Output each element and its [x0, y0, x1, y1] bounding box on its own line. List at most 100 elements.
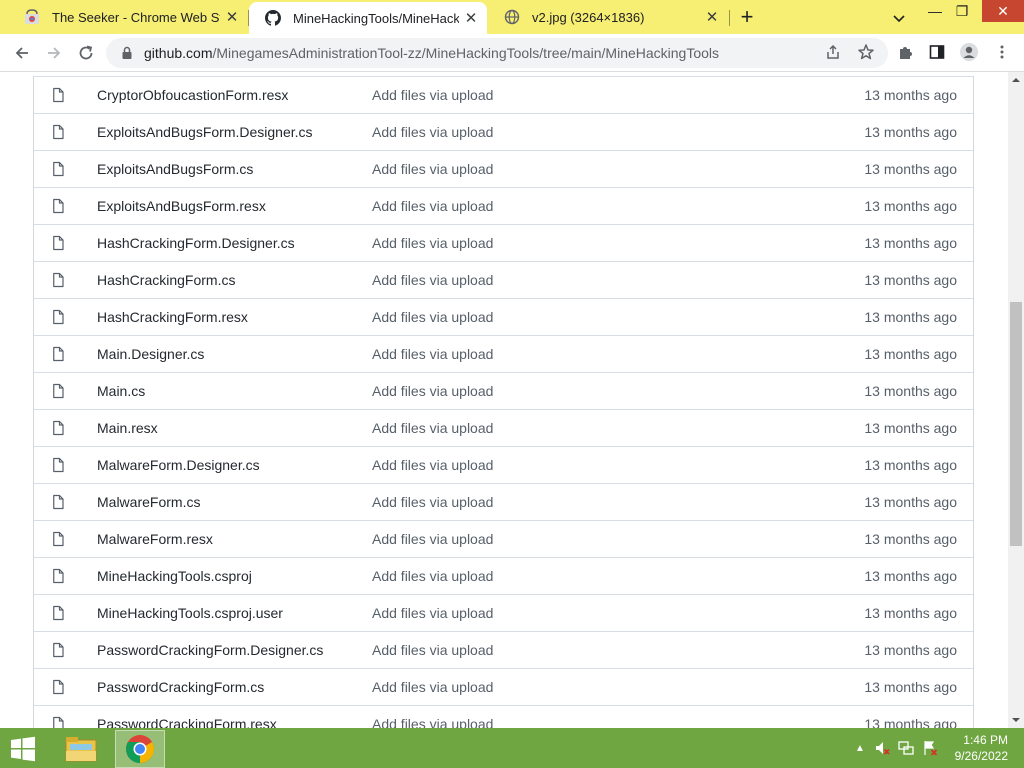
back-arrow-icon	[15, 47, 28, 59]
tab-minehackingtools[interactable]: MineHackingTools/MineHacking ✕	[249, 2, 487, 34]
commit-message-link[interactable]: Add files via upload	[372, 679, 853, 695]
commit-message-link[interactable]: Add files via upload	[372, 346, 853, 362]
scrollbar-thumb[interactable]	[1010, 302, 1022, 546]
url-host: github.com	[144, 45, 213, 61]
action-center-flag-icon[interactable]	[922, 740, 938, 756]
file-name-link[interactable]: Main.Designer.cs	[97, 346, 372, 362]
file-row[interactable]: Main.Designer.cs Add files via upload 13 m…	[34, 335, 973, 372]
tab-chrome-web-store[interactable]: The Seeker - Chrome Web Store ✕	[8, 3, 248, 31]
file-name-link[interactable]: Main.cs	[97, 383, 372, 399]
commit-message-link[interactable]: Add files via upload	[372, 87, 853, 103]
close-tab-icon[interactable]: ✕	[704, 9, 720, 26]
reload-button[interactable]	[74, 41, 98, 65]
file-row[interactable]: Main.resx Add files via upload 13 months a…	[34, 409, 973, 446]
share-icon[interactable]	[822, 41, 844, 63]
file-row[interactable]: HashCrackingForm.Designer.cs Add files vi…	[34, 224, 973, 261]
file-name-link[interactable]: HashCrackingForm.cs	[97, 272, 372, 288]
file-name-link[interactable]: MalwareForm.Designer.cs	[97, 457, 372, 473]
file-row[interactable]: Main.cs Add files via upload 13 months ago	[34, 372, 973, 409]
commit-message-link[interactable]: Add files via upload	[372, 642, 853, 658]
file-row[interactable]: ExploitsAndBugsForm.resx Add files via up…	[34, 187, 973, 224]
address-bar[interactable]: github.com/MinegamesAdministrationTool-z…	[106, 38, 888, 68]
file-row[interactable]: MineHackingTools.csproj.user Add files vi…	[34, 594, 973, 631]
scroll-up-arrow-icon[interactable]	[1008, 72, 1024, 88]
close-tab-icon[interactable]: ✕	[463, 10, 479, 27]
close-window-button[interactable]: ✕	[982, 0, 1024, 22]
file-name-link[interactable]: HashCrackingForm.resx	[97, 309, 372, 325]
commit-message-link[interactable]: Add files via upload	[372, 161, 853, 177]
clock-time: 1:46 PM	[963, 733, 1008, 747]
file-row[interactable]: PasswordCrackingForm.Designer.cs Add file…	[34, 631, 973, 668]
commit-age: 13 months ago	[864, 605, 957, 621]
file-icon	[50, 161, 66, 177]
commit-message-link[interactable]: Add files via upload	[372, 272, 853, 288]
commit-message-link[interactable]: Add files via upload	[372, 309, 853, 325]
file-icon	[50, 531, 66, 547]
file-name-link[interactable]: PasswordCrackingForm.Designer.cs	[97, 642, 372, 658]
taskbar-chrome[interactable]	[115, 730, 165, 768]
file-icon	[50, 679, 66, 695]
page-viewport: CryptorObfoucastionForm.resx Add files vi…	[0, 72, 1008, 728]
file-row[interactable]: MineHackingTools.csproj Add files via upl…	[34, 557, 973, 594]
file-list: CryptorObfoucastionForm.resx Add files vi…	[33, 76, 974, 728]
file-row[interactable]: HashCrackingForm.resx Add files via uploa…	[34, 298, 973, 335]
commit-message-link[interactable]: Add files via upload	[372, 420, 853, 436]
file-row[interactable]: MalwareForm.resx Add files via upload 13 m…	[34, 520, 973, 557]
file-name-link[interactable]: Main.resx	[97, 420, 372, 436]
commit-message-link[interactable]: Add files via upload	[372, 531, 853, 547]
tab-v2-jpg[interactable]: v2.jpg (3264×1836) ✕	[488, 3, 728, 31]
file-name-link[interactable]: ExploitsAndBugsForm.Designer.cs	[97, 124, 372, 140]
commit-message-link[interactable]: Add files via upload	[372, 457, 853, 473]
commit-message-link[interactable]: Add files via upload	[372, 568, 853, 584]
file-row[interactable]: CryptorObfoucastionForm.resx Add files vi…	[34, 76, 973, 113]
file-row[interactable]: PasswordCrackingForm.resx Add files via u…	[34, 705, 973, 728]
file-row[interactable]: MalwareForm.cs Add files via upload 13 mon…	[34, 483, 973, 520]
url-text: github.com/MinegamesAdministrationTool-z…	[144, 45, 719, 61]
commit-message-link[interactable]: Add files via upload	[372, 198, 853, 214]
file-icon	[50, 235, 66, 251]
commit-age: 13 months ago	[864, 531, 957, 547]
network-icon[interactable]	[898, 740, 914, 756]
volume-muted-icon[interactable]	[874, 740, 890, 756]
taskbar-file-explorer[interactable]	[56, 730, 106, 768]
system-clock[interactable]: 1:46 PM 9/26/2022	[938, 732, 1008, 764]
start-button[interactable]	[6, 734, 40, 764]
forward-button[interactable]	[42, 41, 66, 65]
side-panel-icon[interactable]	[926, 41, 948, 63]
file-name-link[interactable]: MineHackingTools.csproj	[97, 568, 372, 584]
file-row[interactable]: PasswordCrackingForm.cs Add files via upl…	[34, 668, 973, 705]
lock-icon[interactable]	[120, 46, 134, 60]
file-name-link[interactable]: MalwareForm.resx	[97, 531, 372, 547]
close-tab-icon[interactable]: ✕	[224, 9, 240, 26]
file-name-link[interactable]: PasswordCrackingForm.cs	[97, 679, 372, 695]
tab-search-chevron-icon[interactable]	[890, 9, 908, 27]
file-row[interactable]: ExploitsAndBugsForm.cs Add files via uplo…	[34, 150, 973, 187]
file-name-link[interactable]: CryptorObfoucastionForm.resx	[97, 87, 372, 103]
back-button[interactable]	[10, 41, 34, 65]
page-scrollbar[interactable]	[1008, 72, 1024, 728]
file-name-link[interactable]: MineHackingTools.csproj.user	[97, 605, 372, 621]
commit-message-link[interactable]: Add files via upload	[372, 605, 853, 621]
commit-message-link[interactable]: Add files via upload	[372, 716, 853, 728]
profile-avatar-icon[interactable]	[958, 41, 980, 63]
commit-message-link[interactable]: Add files via upload	[372, 383, 853, 399]
new-tab-button[interactable]: +	[736, 6, 758, 29]
chrome-menu-icon[interactable]	[991, 41, 1013, 63]
file-name-link[interactable]: MalwareForm.cs	[97, 494, 372, 510]
file-name-link[interactable]: ExploitsAndBugsForm.resx	[97, 198, 372, 214]
file-name-link[interactable]: PasswordCrackingForm.resx	[97, 716, 372, 728]
maximize-button[interactable]: ❐	[945, 0, 979, 22]
file-row[interactable]: HashCrackingForm.cs Add files via upload 1…	[34, 261, 973, 298]
scroll-down-arrow-icon[interactable]	[1008, 712, 1024, 728]
show-hidden-icons-icon[interactable]: ▲	[852, 740, 868, 756]
file-row[interactable]: ExploitsAndBugsForm.Designer.cs Add files…	[34, 113, 973, 150]
file-name-link[interactable]: HashCrackingForm.Designer.cs	[97, 235, 372, 251]
commit-message-link[interactable]: Add files via upload	[372, 235, 853, 251]
bookmark-star-icon[interactable]	[855, 41, 877, 63]
file-row[interactable]: MalwareForm.Designer.cs Add files via upl…	[34, 446, 973, 483]
commit-message-link[interactable]: Add files via upload	[372, 124, 853, 140]
file-name-link[interactable]: ExploitsAndBugsForm.cs	[97, 161, 372, 177]
extensions-icon[interactable]	[895, 41, 917, 63]
commit-message-link[interactable]: Add files via upload	[372, 494, 853, 510]
file-icon	[50, 346, 66, 362]
